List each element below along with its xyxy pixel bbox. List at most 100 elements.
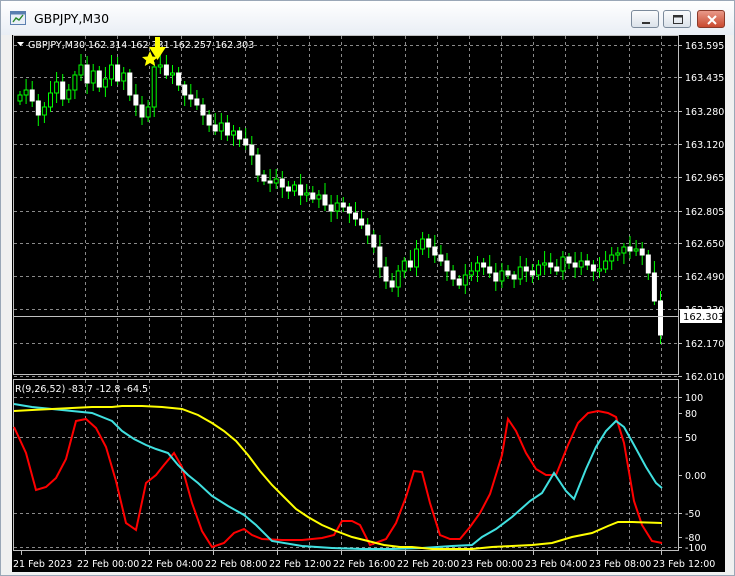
indicator-frame: [13, 379, 679, 551]
candle-bear: [310, 192, 316, 200]
candle-bull: [462, 274, 468, 286]
candle-bear: [407, 260, 413, 268]
candle-bear: [456, 278, 462, 286]
level-tick-label: 80: [685, 409, 697, 420]
candle-bear: [255, 154, 261, 176]
candle-bear: [60, 81, 66, 100]
candle-bear: [639, 248, 645, 256]
candle-bear: [328, 204, 334, 212]
candle-bear: [133, 94, 139, 106]
candle-bear: [279, 178, 285, 188]
time-tick-label: 22 Feb 12:00: [269, 559, 331, 570]
level-tick-label: 100: [685, 393, 703, 404]
candle-bull: [395, 270, 401, 288]
price-tick-label: 162.965: [685, 173, 724, 184]
candle-bull: [475, 262, 480, 272]
candle-bull: [615, 252, 621, 256]
candle-bull: [334, 202, 340, 212]
candle-bull: [420, 238, 426, 250]
candle-bear: [426, 238, 432, 248]
candle-bear: [176, 72, 182, 86]
chart-canvas[interactable]: 163.595 163.435 163.280 163.120 162.965 162.8…: [12, 35, 725, 572]
candle-bear: [127, 72, 133, 96]
candle-bull: [536, 264, 541, 276]
candle-bear: [224, 122, 230, 136]
candle-bull: [603, 260, 609, 270]
price-tick-label: 163.595: [685, 41, 724, 52]
candle-bear: [212, 124, 218, 132]
candle-bear: [346, 206, 352, 214]
minimize-button[interactable]: [631, 10, 659, 28]
price-tick-label: 162.650: [685, 239, 724, 250]
time-tick-label: 22 Feb 20:00: [397, 559, 459, 570]
level-tick-label: -50: [685, 509, 701, 520]
candle-bear: [200, 104, 206, 116]
candle-bear: [365, 224, 371, 236]
candle-bull: [304, 192, 310, 196]
candle-bear: [450, 270, 456, 280]
candle-bear: [432, 246, 438, 256]
candle-bull: [273, 178, 279, 184]
candle-bear: [267, 180, 273, 184]
candle-bull: [78, 64, 84, 76]
candle-bear: [261, 174, 267, 182]
candle-bull: [542, 262, 548, 266]
candle-bull: [72, 74, 78, 91]
candle-bull: [621, 246, 627, 254]
candle-bear: [389, 280, 395, 288]
candle-bull: [218, 122, 224, 132]
candle-bull: [609, 254, 615, 262]
candle-bull: [517, 266, 523, 280]
candle-bull: [151, 66, 157, 108]
candle-bear: [237, 130, 243, 140]
window-title: GBPJPY,M30: [34, 11, 110, 26]
close-icon: [707, 15, 717, 25]
candle-bear: [523, 266, 529, 272]
title-bar[interactable]: GBPJPY,M30: [1, 1, 734, 35]
candle-bear: [651, 272, 657, 302]
candle-bear: [96, 70, 102, 88]
candle-bull: [109, 64, 114, 80]
candle-bull: [48, 92, 53, 108]
price-tick-label: 162.805: [685, 207, 724, 218]
close-button[interactable]: [697, 10, 725, 28]
candle-bear: [572, 262, 578, 268]
candle-bear: [645, 254, 651, 274]
candle-bull: [90, 70, 96, 84]
candle-bear: [481, 262, 487, 268]
candle-bull: [41, 106, 47, 116]
candle-bear: [340, 202, 346, 208]
candle-bear: [554, 266, 560, 272]
price-tick-label: 162.010: [685, 372, 724, 383]
time-tick-label: 22 Feb 08:00: [205, 559, 267, 570]
candle-bear: [505, 270, 511, 276]
price-tick-label: 163.120: [685, 140, 724, 151]
chart-area[interactable]: 163.595 163.435 163.280 163.120 162.965 162.8…: [12, 35, 725, 572]
candle-bull: [102, 78, 108, 88]
candle-bull: [499, 270, 505, 282]
candle-bear: [322, 194, 328, 206]
time-tick-label: 22 Feb 00:00: [77, 559, 139, 570]
candle-bull: [17, 94, 23, 102]
candle-bear: [493, 272, 499, 282]
candle-bear: [566, 256, 572, 264]
candle-bull: [145, 106, 151, 118]
candle-bear: [139, 104, 145, 118]
time-tick-label: 21 Feb 2023: [13, 559, 72, 570]
indicator-line-red: [13, 409, 663, 549]
time-tick-label: 23 Feb 12:00: [653, 559, 715, 570]
candle-bull: [578, 260, 584, 268]
candle-bear: [35, 100, 41, 116]
candle-bear: [206, 114, 212, 126]
candle-bull: [468, 270, 474, 276]
maximize-button[interactable]: [663, 10, 691, 28]
indicator-lines: [13, 403, 663, 550]
candle-bull: [23, 89, 29, 96]
time-tick-label: 22 Feb 16:00: [333, 559, 395, 570]
chart-window: GBPJPY,M30 163.595 163.435 163.280 163.120 1…: [0, 0, 735, 576]
indicator-level-axis: 10080500.00-50-80-100: [678, 393, 707, 554]
candle-bear: [115, 64, 121, 82]
candle-bear: [163, 64, 169, 76]
price-tick-label: 162.170: [685, 339, 724, 350]
candle-bull: [401, 260, 407, 272]
